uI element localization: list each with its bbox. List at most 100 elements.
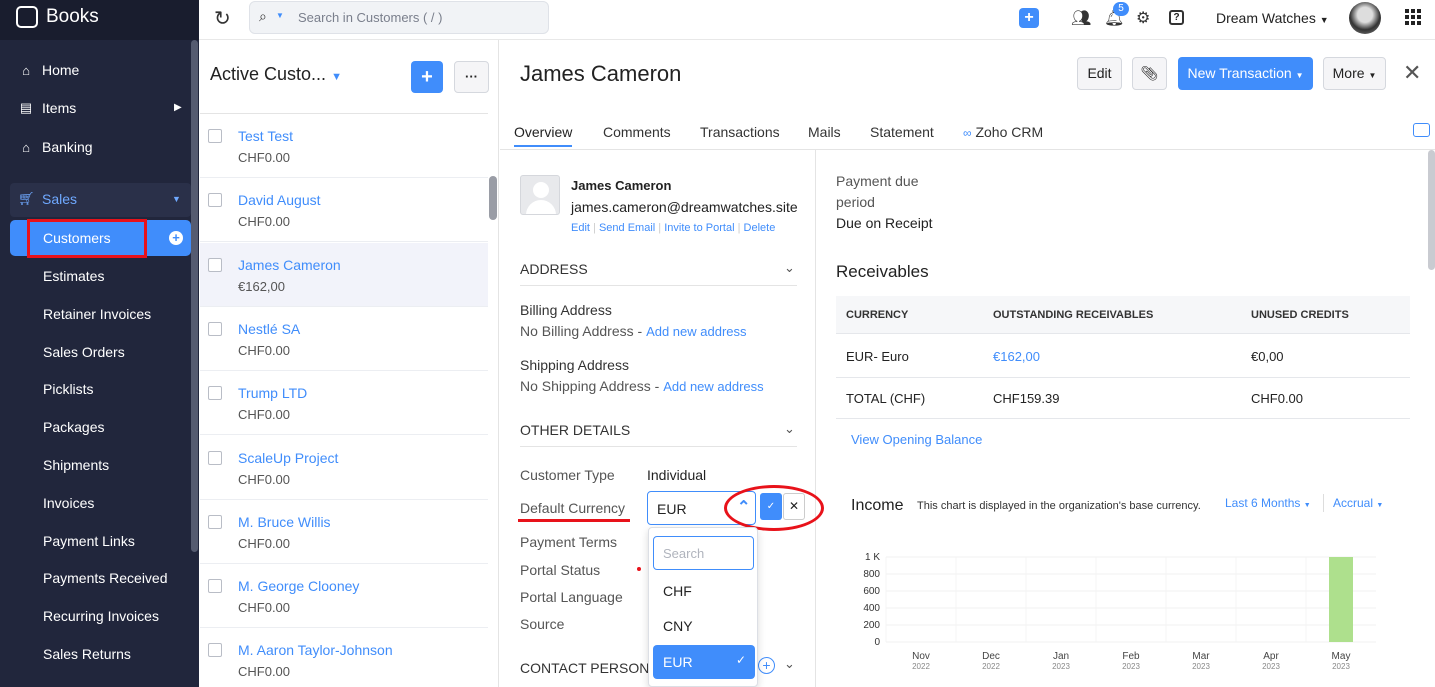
chevron-down-icon[interactable]: ⌄ [784,656,795,672]
brand[interactable]: Books [0,0,199,40]
sidebar-subitem-picklists[interactable]: Picklists [43,381,94,397]
tab-transactions[interactable]: Transactions [700,124,780,140]
portal-language-label: Portal Language [520,589,623,605]
chevron-right-icon[interactable]: ▶ [174,102,182,113]
sidebar-subitem-customers[interactable]: Customers [43,230,111,246]
payment-due-label-2: period [836,194,875,210]
customer-name[interactable]: Test Test [238,128,293,144]
sidebar-subitem-estimates[interactable]: Estimates [43,268,104,284]
view-opening-balance-link[interactable]: View Opening Balance [851,432,982,447]
sidebar-subitem-packages[interactable]: Packages [43,419,104,435]
period-select[interactable]: Last 6 Months ▼ [1225,496,1311,510]
currency-option-eur[interactable]: EUR ✓ [653,645,755,679]
list-item[interactable]: M. Bruce Willis CHF0.00 [200,500,488,564]
apps-grid-icon[interactable] [1405,9,1421,25]
org-switcher[interactable]: Dream Watches ▼ [1216,10,1329,26]
attachment-icon[interactable]: 📎︎ [1132,57,1167,90]
list-item[interactable]: James Cameron €162,00 [200,242,488,307]
tab-mails[interactable]: Mails [808,124,841,140]
row-checkbox[interactable] [208,579,222,594]
add-customer-icon[interactable]: + [169,231,183,245]
sidebar-subitem-sales-orders[interactable]: Sales Orders [43,344,125,360]
currency-option-cny[interactable]: CNY [653,609,755,643]
chevron-down-icon[interactable]: ⌄ [784,421,795,437]
list-item[interactable]: M. George Clooney CHF0.00 [200,564,488,629]
sidebar-subitem-recurring-invoices[interactable]: Recurring Invoices [43,608,159,624]
sidebar-subitem-shipments[interactable]: Shipments [43,457,109,473]
list-item[interactable]: Trump LTD CHF0.00 [200,371,488,436]
row-checkbox[interactable] [208,386,222,401]
more-button[interactable]: More ▼ [1323,57,1386,90]
edit-button[interactable]: Edit [1077,57,1122,90]
new-customer-button[interactable]: + [411,61,443,93]
customer-name[interactable]: James Cameron [238,257,341,273]
customer-name[interactable]: David August [238,192,321,208]
tab-zoho-crm[interactable]: ∞ Zoho CRM [963,124,1043,140]
list-item[interactable]: ScaleUp Project CHF0.00 [200,436,488,500]
list-item[interactable]: M. Aaron Taylor-Johnson CHF0.00 [200,628,488,687]
tab-statement[interactable]: Statement [870,124,934,140]
basis-select[interactable]: Accrual ▼ [1333,496,1383,510]
outstanding-link[interactable]: €162,00 [993,349,1040,364]
avatar[interactable] [1349,2,1381,34]
tab-overview[interactable]: Overview [514,124,573,147]
quick-create-button[interactable]: + [1019,8,1039,28]
sidebar-item-sales[interactable]: 🛒︎ Sales [18,191,77,207]
new-transaction-button[interactable]: New Transaction ▼ [1178,57,1313,90]
list-item[interactable]: David August CHF0.00 [200,178,488,243]
sidebar-subitem-payment-links[interactable]: Payment Links [43,533,135,549]
customer-name[interactable]: Nestlé SA [238,321,300,337]
delete-contact-link[interactable]: Delete [744,222,776,234]
add-billing-address-link[interactable]: Add new address [646,324,746,339]
invite-portal-link[interactable]: Invite to Portal [664,222,734,234]
chevron-down-icon[interactable]: ▼ [172,194,181,204]
row-checkbox[interactable] [208,643,222,658]
row-checkbox[interactable] [208,193,222,208]
add-contact-icon[interactable]: + [758,657,775,674]
users-icon[interactable]: 👥︎ [1071,8,1091,28]
list-view-selector[interactable]: Active Custo... ▼ [210,64,342,85]
chevron-down-icon[interactable]: ▼ [276,11,284,20]
sidebar-subitem-retainer-invoices[interactable]: Retainer Invoices [43,306,151,322]
list-item[interactable]: Nestlé SA CHF0.00 [200,307,488,371]
refresh-icon[interactable]: ↻ [214,6,231,31]
row-checkbox[interactable] [208,129,222,143]
currency-search-input[interactable]: Search [653,536,754,570]
contact-edit-link[interactable]: Edit [571,222,590,234]
address-heading[interactable]: ADDRESS [520,261,588,277]
other-details-heading[interactable]: OTHER DETAILS [520,422,630,438]
list-item[interactable]: Test Test CHF0.00 [200,114,488,178]
x-tick-label: Mar [1192,651,1210,662]
sidebar-item-home[interactable]: ⌂ Home [18,62,79,78]
tab-comments[interactable]: Comments [603,124,671,140]
customer-name[interactable]: M. Aaron Taylor-Johnson [238,642,393,658]
gear-icon[interactable]: ⚙ [1136,8,1150,28]
send-email-link[interactable]: Send Email [599,222,655,234]
customer-name[interactable]: M. George Clooney [238,578,359,594]
add-shipping-address-link[interactable]: Add new address [663,379,763,394]
row-checkbox[interactable] [208,321,222,336]
chevron-down-icon[interactable]: ⌄ [784,260,795,276]
list-scrollbar[interactable] [489,176,497,220]
customer-name[interactable]: M. Bruce Willis [238,514,331,530]
search-input[interactable]: ⌕ ▼ Search in Customers ( / ) [249,1,549,34]
detail-scrollbar[interactable] [1428,150,1435,270]
contact-persons-heading[interactable]: CONTACT PERSONS [520,660,659,676]
row-checkbox[interactable] [208,514,222,529]
sidebar-scrollbar[interactable] [191,40,198,552]
list-more-button[interactable]: ··· [454,61,489,93]
close-icon[interactable]: ✕ [1403,60,1421,86]
sidebar-subitem-invoices[interactable]: Invoices [43,495,94,511]
sidebar-subitem-payments-received[interactable]: Payments Received [43,570,168,586]
sidebar-subitem-sales-returns[interactable]: Sales Returns [43,646,131,662]
customer-name[interactable]: ScaleUp Project [238,450,338,466]
customer-name[interactable]: Trump LTD [238,385,307,401]
currency-option-chf[interactable]: CHF [653,574,755,608]
sidebar-item-items[interactable]: ▤ Items [18,100,76,116]
help-icon[interactable]: ? [1169,10,1184,25]
row-checkbox[interactable] [208,257,222,272]
sidebar-item-banking[interactable]: ⌂ Banking [18,139,93,155]
income-chart: 1 K8006004002000Nov2022Dec2022Jan2023Feb… [863,552,1376,671]
row-checkbox[interactable] [208,450,222,465]
chat-icon[interactable] [1413,123,1430,137]
